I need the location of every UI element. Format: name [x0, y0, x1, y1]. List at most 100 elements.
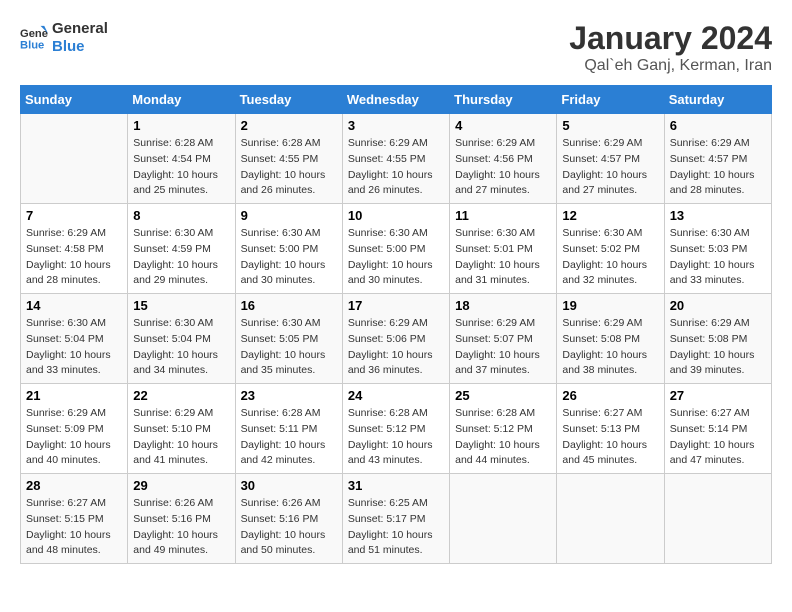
- calendar-cell: 5Sunrise: 6:29 AMSunset: 4:57 PMDaylight…: [557, 114, 664, 204]
- sunrise-text: Sunrise: 6:29 AM: [348, 316, 444, 332]
- day-number: 28: [26, 478, 122, 493]
- day-number: 6: [670, 118, 766, 133]
- sunset-text: Sunset: 5:00 PM: [348, 242, 444, 258]
- calendar-cell: 16Sunrise: 6:30 AMSunset: 5:05 PMDayligh…: [235, 294, 342, 384]
- sunrise-text: Sunrise: 6:27 AM: [562, 406, 658, 422]
- day-info: Sunrise: 6:29 AMSunset: 5:10 PMDaylight:…: [133, 406, 229, 469]
- daylight-text: Daylight: 10 hours and 30 minutes.: [348, 258, 444, 290]
- day-info: Sunrise: 6:27 AMSunset: 5:14 PMDaylight:…: [670, 406, 766, 469]
- calendar-cell: 2Sunrise: 6:28 AMSunset: 4:55 PMDaylight…: [235, 114, 342, 204]
- sunrise-text: Sunrise: 6:29 AM: [26, 406, 122, 422]
- calendar-cell: 23 Sunrise: 6:28 AMSunset: 5:11 PMDayligh…: [235, 384, 342, 474]
- day-info: Sunrise: 6:28 AMSunset: 4:55 PMDaylight:…: [241, 136, 337, 199]
- sunrise-text: Sunrise: 6:28 AM: [348, 406, 444, 422]
- daylight-text: Daylight: 10 hours and 25 minutes.: [133, 168, 229, 200]
- day-number: 12: [562, 208, 658, 223]
- day-info: Sunrise: 6:28 AMSunset: 5:12 PMDaylight:…: [348, 406, 444, 469]
- weekday-header-friday: Friday: [557, 86, 664, 114]
- day-number: 7: [26, 208, 122, 223]
- daylight-text: Daylight: 10 hours and 39 minutes.: [670, 348, 766, 380]
- day-info: Sunrise: 6:25 AMSunset: 5:17 PMDaylight:…: [348, 496, 444, 559]
- calendar-cell: 9Sunrise: 6:30 AMSunset: 5:00 PMDaylight…: [235, 204, 342, 294]
- calendar-cell: 13Sunrise: 6:30 AMSunset: 5:03 PMDayligh…: [664, 204, 771, 294]
- calendar-cell: 18Sunrise: 6:29 AMSunset: 5:07 PMDayligh…: [450, 294, 557, 384]
- daylight-text: Daylight: 10 hours and 28 minutes.: [26, 258, 122, 290]
- calendar-cell: [664, 474, 771, 564]
- day-number: 10: [348, 208, 444, 223]
- day-info: Sunrise: 6:30 AMSunset: 5:05 PMDaylight:…: [241, 316, 337, 379]
- sunrise-text: Sunrise: 6:30 AM: [241, 316, 337, 332]
- sunrise-text: Sunrise: 6:29 AM: [348, 136, 444, 152]
- calendar-cell: 28 Sunrise: 6:27 AMSunset: 5:15 PMDayligh…: [21, 474, 128, 564]
- day-info: Sunrise: 6:26 AMSunset: 5:16 PMDaylight:…: [133, 496, 229, 559]
- calendar-cell: 7 Sunrise: 6:29 AMSunset: 4:58 PMDaylight…: [21, 204, 128, 294]
- weekday-header-row: SundayMondayTuesdayWednesdayThursdayFrid…: [21, 86, 772, 114]
- day-info: Sunrise: 6:26 AMSunset: 5:16 PMDaylight:…: [241, 496, 337, 559]
- calendar-cell: 3Sunrise: 6:29 AMSunset: 4:55 PMDaylight…: [342, 114, 449, 204]
- day-number: 8: [133, 208, 229, 223]
- sunrise-text: Sunrise: 6:26 AM: [133, 496, 229, 512]
- day-info: Sunrise: 6:29 AMSunset: 4:58 PMDaylight:…: [26, 226, 122, 289]
- day-info: Sunrise: 6:30 AMSunset: 5:04 PMDaylight:…: [26, 316, 122, 379]
- day-info: Sunrise: 6:29 AMSunset: 5:07 PMDaylight:…: [455, 316, 551, 379]
- daylight-text: Daylight: 10 hours and 32 minutes.: [562, 258, 658, 290]
- sunrise-text: Sunrise: 6:27 AM: [26, 496, 122, 512]
- daylight-text: Daylight: 10 hours and 47 minutes.: [670, 438, 766, 470]
- calendar-cell: [557, 474, 664, 564]
- day-info: Sunrise: 6:30 AMSunset: 5:04 PMDaylight:…: [133, 316, 229, 379]
- calendar-cell: 10Sunrise: 6:30 AMSunset: 5:00 PMDayligh…: [342, 204, 449, 294]
- sunset-text: Sunset: 5:14 PM: [670, 422, 766, 438]
- svg-text:Blue: Blue: [20, 39, 44, 51]
- sunrise-text: Sunrise: 6:27 AM: [670, 406, 766, 422]
- calendar-week-row: 14Sunrise: 6:30 AMSunset: 5:04 PMDayligh…: [21, 294, 772, 384]
- sunset-text: Sunset: 5:16 PM: [133, 512, 229, 528]
- sunset-text: Sunset: 5:11 PM: [241, 422, 337, 438]
- calendar-cell: 22 Sunrise: 6:29 AMSunset: 5:10 PMDayligh…: [128, 384, 235, 474]
- calendar-cell: 4Sunrise: 6:29 AMSunset: 4:56 PMDaylight…: [450, 114, 557, 204]
- sunrise-text: Sunrise: 6:28 AM: [455, 406, 551, 422]
- sunset-text: Sunset: 5:01 PM: [455, 242, 551, 258]
- sunrise-text: Sunrise: 6:29 AM: [455, 136, 551, 152]
- calendar-week-row: 7Sunrise: 6:29 AMSunset: 4:58 PMDaylight…: [21, 204, 772, 294]
- daylight-text: Daylight: 10 hours and 42 minutes.: [241, 438, 337, 470]
- logo-text-line1: General: [52, 20, 108, 38]
- daylight-text: Daylight: 10 hours and 48 minutes.: [26, 528, 122, 560]
- daylight-text: Daylight: 10 hours and 26 minutes.: [348, 168, 444, 200]
- day-info: Sunrise: 6:27 AMSunset: 5:15 PMDaylight:…: [26, 496, 122, 559]
- day-number: 23: [241, 388, 337, 403]
- title-block: January 2024 Qal`eh Ganj, Kerman, Iran: [569, 20, 772, 75]
- sunrise-text: Sunrise: 6:26 AM: [241, 496, 337, 512]
- day-info: Sunrise: 6:29 AMSunset: 5:08 PMDaylight:…: [562, 316, 658, 379]
- sunrise-text: Sunrise: 6:29 AM: [26, 226, 122, 242]
- sunset-text: Sunset: 4:55 PM: [241, 152, 337, 168]
- calendar-cell: 24 Sunrise: 6:28 AMSunset: 5:12 PMDayligh…: [342, 384, 449, 474]
- sunrise-text: Sunrise: 6:30 AM: [455, 226, 551, 242]
- daylight-text: Daylight: 10 hours and 44 minutes.: [455, 438, 551, 470]
- day-number: 29: [133, 478, 229, 493]
- day-info: Sunrise: 6:29 AMSunset: 5:06 PMDaylight:…: [348, 316, 444, 379]
- page-header: General Blue General Blue January 2024 Q…: [20, 20, 772, 75]
- day-number: 20: [670, 298, 766, 313]
- daylight-text: Daylight: 10 hours and 33 minutes.: [26, 348, 122, 380]
- daylight-text: Daylight: 10 hours and 40 minutes.: [26, 438, 122, 470]
- sunset-text: Sunset: 4:58 PM: [26, 242, 122, 258]
- day-number: 24: [348, 388, 444, 403]
- svg-text:General: General: [20, 28, 48, 40]
- day-info: Sunrise: 6:27 AMSunset: 5:13 PMDaylight:…: [562, 406, 658, 469]
- day-number: 22: [133, 388, 229, 403]
- sunset-text: Sunset: 5:05 PM: [241, 332, 337, 348]
- day-number: 3: [348, 118, 444, 133]
- day-info: Sunrise: 6:30 AMSunset: 5:02 PMDaylight:…: [562, 226, 658, 289]
- daylight-text: Daylight: 10 hours and 35 minutes.: [241, 348, 337, 380]
- calendar-cell: 31Sunrise: 6:25 AMSunset: 5:17 PMDayligh…: [342, 474, 449, 564]
- day-info: Sunrise: 6:30 AMSunset: 5:01 PMDaylight:…: [455, 226, 551, 289]
- sunset-text: Sunset: 5:04 PM: [26, 332, 122, 348]
- day-number: 4: [455, 118, 551, 133]
- sunset-text: Sunset: 4:59 PM: [133, 242, 229, 258]
- sunrise-text: Sunrise: 6:29 AM: [670, 316, 766, 332]
- sunset-text: Sunset: 5:15 PM: [26, 512, 122, 528]
- sunrise-text: Sunrise: 6:29 AM: [670, 136, 766, 152]
- sunrise-text: Sunrise: 6:28 AM: [241, 406, 337, 422]
- logo-text-line2: Blue: [52, 38, 108, 56]
- sunset-text: Sunset: 5:10 PM: [133, 422, 229, 438]
